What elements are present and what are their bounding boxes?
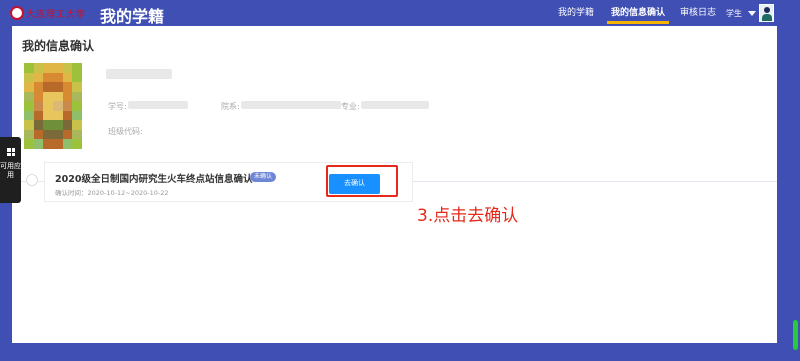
main-content: 我的信息确认 学号: 院系: 专业: 班级代码: 2020级全日制国内研究生火车… — [12, 26, 777, 343]
available-apps-dock[interactable]: 可用应用 — [0, 137, 21, 203]
student-name-blurred — [106, 69, 172, 79]
timeline-marker — [26, 174, 38, 186]
page-title: 我的信息确认 — [22, 39, 95, 53]
tab-my-enrollment[interactable]: 我的学籍 — [551, 0, 601, 26]
class-code-label: 班级代码: — [108, 127, 143, 136]
app-title: 我的学籍 — [100, 7, 165, 26]
student-photo — [24, 63, 82, 149]
university-name: 大连理工大学 — [26, 10, 87, 20]
role-label: 学生 — [726, 8, 742, 18]
university-logo[interactable]: 大连理工大学 — [10, 5, 90, 21]
task-title: 2020级全日制国内研究生火车终点站信息确认 — [55, 174, 253, 185]
apps-grid-icon — [7, 148, 15, 156]
tutorial-step-annotation: 3.点击去确认 — [417, 206, 519, 226]
tutorial-highlight-box — [326, 165, 398, 197]
department-label: 院系: — [221, 102, 240, 111]
department-blurred — [241, 101, 341, 109]
major-blurred — [361, 101, 429, 109]
top-navigation-bar: 大连理工大学 我的学籍 我的学籍 我的信息确认 审核日志 学生 — [0, 0, 800, 26]
dock-label: 可用应用 — [0, 162, 21, 179]
student-id-label: 学号: — [108, 102, 127, 111]
status-badge: 未确认 — [250, 172, 277, 182]
major-label: 专业: — [341, 102, 360, 111]
confirmation-period: 确认时间：2020-10-12~2020-10-22 — [55, 189, 169, 197]
role-dropdown[interactable]: 学生 — [726, 5, 756, 21]
caret-down-icon — [748, 10, 756, 16]
user-avatar[interactable] — [759, 4, 774, 22]
student-id-blurred — [128, 101, 188, 109]
tab-audit-log[interactable]: 审核日志 — [675, 0, 721, 26]
university-seal-icon — [10, 6, 24, 20]
page-scrollbar[interactable] — [793, 320, 798, 350]
tab-info-confirmation[interactable]: 我的信息确认 — [605, 0, 671, 26]
